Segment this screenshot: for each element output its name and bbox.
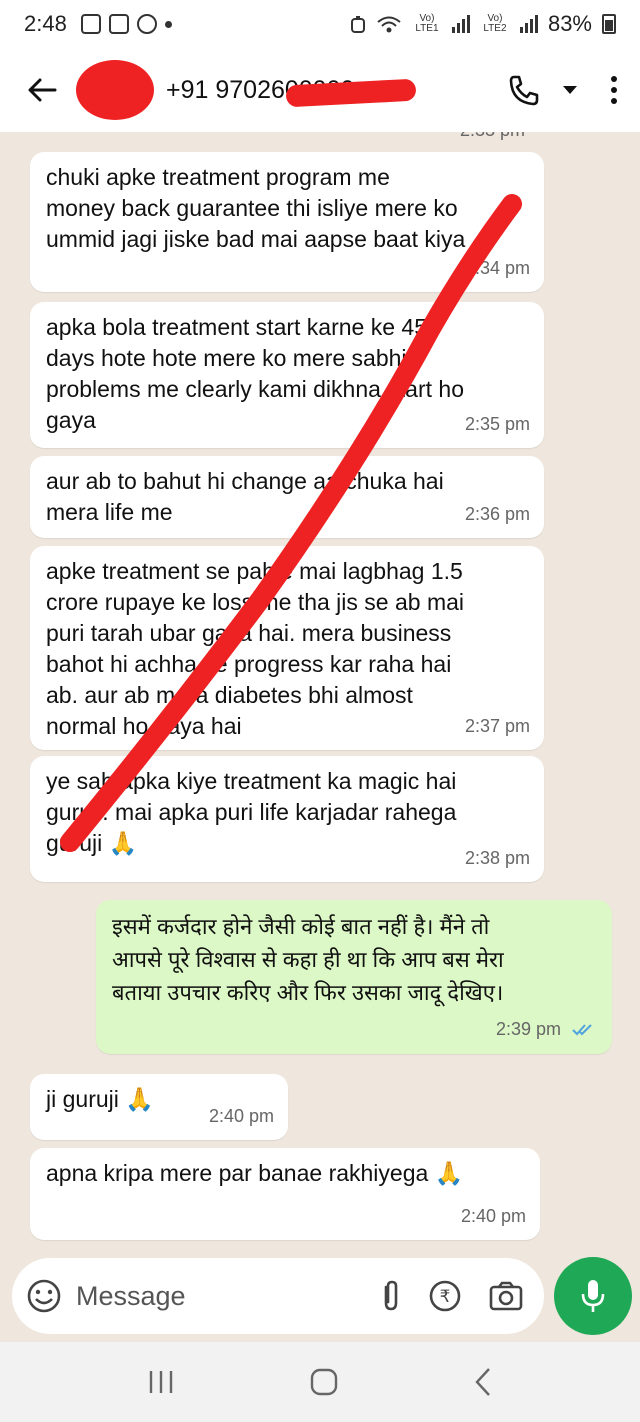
svg-text:₹: ₹ — [440, 1287, 451, 1307]
avatar[interactable] — [76, 60, 154, 120]
payment-button[interactable]: ₹ — [428, 1279, 462, 1313]
voice-call-button[interactable] — [508, 74, 540, 106]
message-time: 2:34 pm — [464, 258, 530, 278]
read-receipt-icon — [572, 1024, 592, 1036]
arrow-left-icon — [28, 78, 57, 102]
rupee-icon: ₹ — [429, 1280, 461, 1312]
emoji-button[interactable] — [26, 1278, 62, 1314]
chat-header: +91 9702600000 — [0, 48, 640, 132]
camera-button[interactable] — [488, 1280, 524, 1312]
message-text: chuki apke treatment program me money ba… — [46, 164, 466, 252]
message-incoming[interactable]: ye sab apka kiye treatment ka magic hai … — [30, 756, 544, 882]
sim1-network: Vo) LTE1 — [415, 13, 439, 34]
notification-icons — [80, 14, 172, 34]
message-time: 2:40 pm — [208, 1106, 274, 1126]
message-time: 2:39 pm — [495, 1019, 561, 1039]
message-text: apna kripa mere par banae rakhiyega 🙏 — [46, 1160, 464, 1186]
paperclip-icon — [384, 1280, 398, 1311]
message-time: 2:38 pm — [464, 848, 530, 868]
message-composer[interactable]: Message ₹ — [12, 1258, 544, 1334]
emoji-icon — [27, 1279, 61, 1313]
contact-name[interactable]: +91 9702600000 — [166, 76, 417, 107]
home-button[interactable] — [309, 1367, 339, 1397]
call-options-button[interactable] — [562, 84, 578, 96]
sim2-network: Vo) LTE2 — [483, 13, 507, 34]
home-icon — [310, 1368, 338, 1396]
message-incoming[interactable]: aur ab to bahut hi change aa chuka hai m… — [30, 456, 544, 538]
system-navigation-bar — [0, 1342, 640, 1422]
status-time: 2:48 — [24, 11, 67, 36]
message-text: apka bola treatment start karne ke 45 da… — [46, 314, 464, 433]
message-time: 2:37 pm — [464, 716, 530, 736]
message-text: aur ab to bahut hi change aa chuka hai m… — [46, 468, 444, 525]
message-time-wrap: 2:39 pm — [496, 1013, 598, 1046]
signal-bars-sim1-icon — [451, 15, 470, 33]
microphone-icon — [581, 1280, 605, 1312]
alarm-icon — [350, 16, 365, 33]
wifi-icon — [377, 16, 401, 33]
voice-message-button[interactable] — [554, 1257, 632, 1335]
gallery-icon — [80, 14, 101, 34]
menu-button[interactable] — [610, 75, 618, 105]
message-input[interactable]: Message — [76, 1281, 186, 1312]
message-text: ye sab apka kiye treatment ka magic hai … — [46, 768, 457, 856]
message-incoming[interactable]: chuki apke treatment program me money ba… — [30, 152, 544, 292]
message-incoming[interactable]: ji guruji 🙏 2:40 pm — [30, 1074, 288, 1140]
more-notifications-icon — [164, 20, 172, 28]
instagram-icon — [108, 14, 129, 34]
message-incoming[interactable]: apna kripa mere par banae rakhiyega 🙏 2:… — [30, 1148, 540, 1240]
message-time: 2:33 pm — [460, 132, 525, 141]
recent-apps-button[interactable] — [147, 1369, 175, 1395]
message-time: 2:40 pm — [460, 1206, 526, 1226]
nav-back-button[interactable] — [473, 1367, 493, 1397]
message-outgoing[interactable]: इसमें कर्जदार होने जैसी कोई बात नहीं है।… — [96, 900, 612, 1054]
battery-percent: 83% — [547, 11, 592, 36]
back-button[interactable] — [22, 70, 62, 110]
more-vertical-icon — [611, 76, 617, 104]
recents-icon — [149, 1371, 173, 1393]
message-text: apke treatment se pahle mai lagbhag 1.5 … — [46, 558, 465, 739]
whatsapp-icon — [136, 14, 157, 34]
message-time: 2:36 pm — [464, 504, 530, 524]
back-chevron-icon — [475, 1368, 490, 1396]
battery-icon — [602, 14, 616, 34]
chat-area[interactable]: 2:33 pm chuki apke treatment program me … — [0, 132, 640, 1258]
status-bar: 2:48 Vo) LTE1 Vo) LTE2 83% — [0, 0, 640, 48]
caret-down-icon — [563, 86, 577, 94]
phone-icon — [509, 75, 539, 106]
message-incoming[interactable]: apke treatment se pahle mai lagbhag 1.5 … — [30, 546, 544, 750]
message-text: इसमें कर्जदार होने जैसी कोई बात नहीं है।… — [112, 914, 504, 1005]
message-time: 2:35 pm — [464, 414, 530, 434]
attach-button[interactable] — [378, 1279, 402, 1313]
signal-bars-sim2-icon — [519, 15, 538, 33]
camera-icon — [489, 1281, 523, 1311]
message-incoming[interactable]: apka bola treatment start karne ke 45 da… — [30, 302, 544, 448]
